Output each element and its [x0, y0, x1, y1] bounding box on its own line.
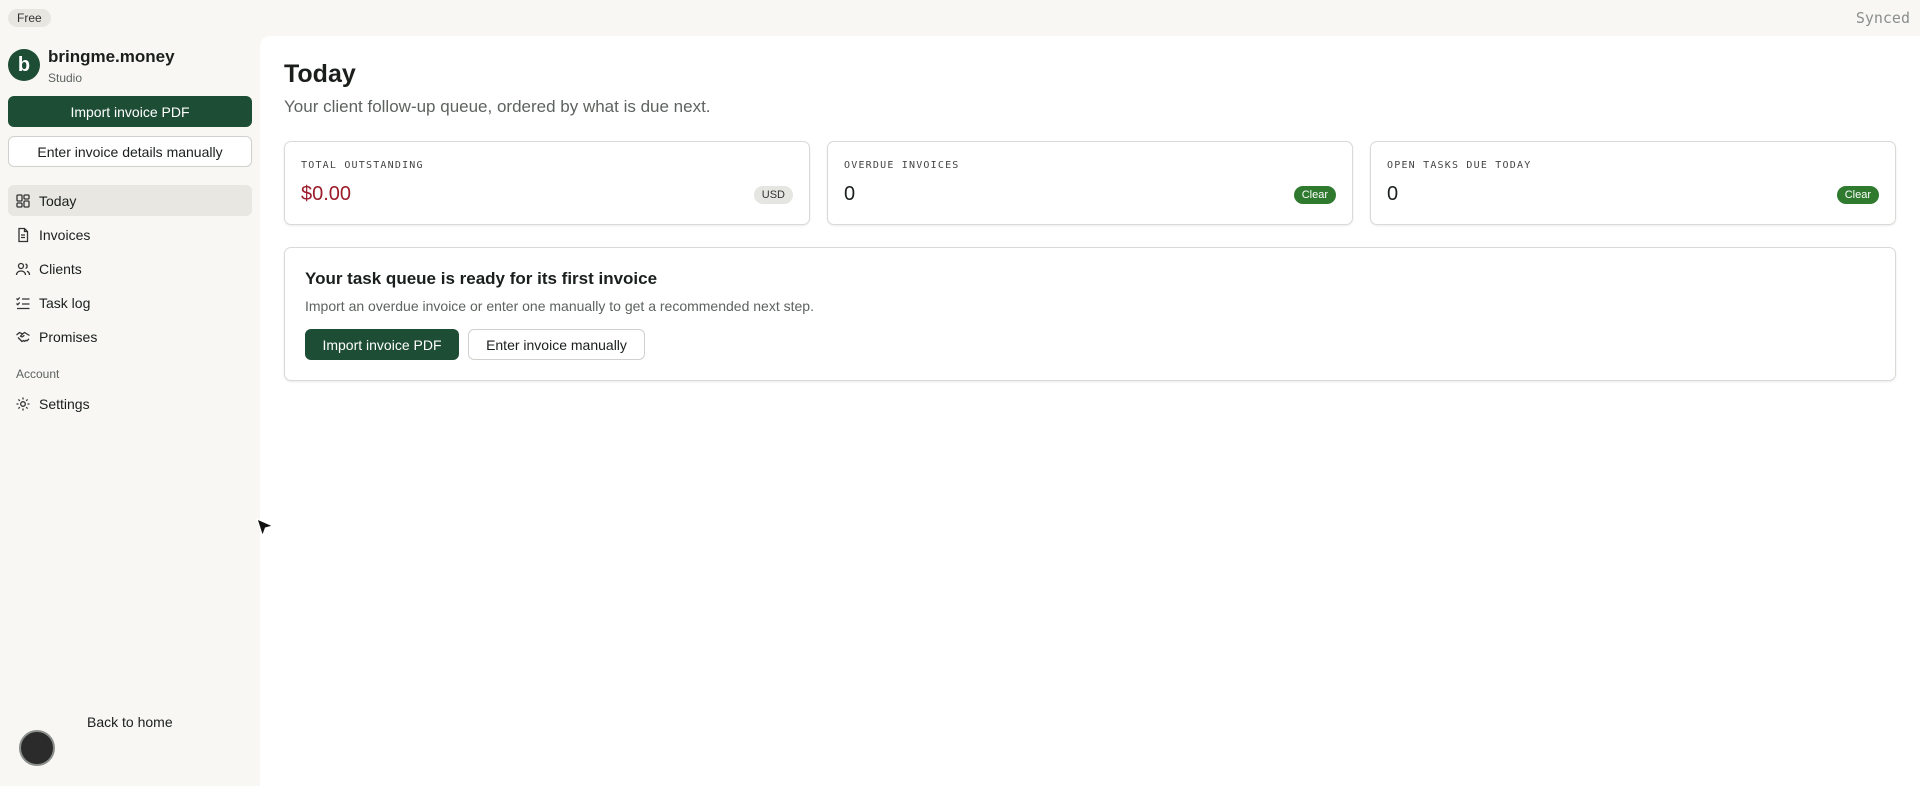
sidebar-item-label: Invoices [39, 226, 91, 243]
checklist-icon [15, 295, 31, 311]
dashboard-icon [15, 193, 31, 209]
import-invoice-pdf-button[interactable]: Import invoice PDF [8, 96, 252, 127]
mouse-cursor-icon [256, 517, 275, 538]
top-bar: Free Synced [0, 0, 1920, 36]
page-title: Today [284, 60, 356, 88]
brand-subtitle: Studio [48, 71, 83, 85]
page-subtitle: Your client follow-up queue, ordered by … [284, 97, 711, 116]
import-invoice-pdf-button[interactable]: Import invoice PDF [305, 329, 459, 360]
stat-value: 0 [844, 183, 856, 205]
main-content: Today Your client follow-up queue, order… [260, 36, 1920, 786]
sidebar-item-label: Today [39, 192, 77, 209]
plan-badge: Free [8, 9, 51, 27]
stat-value: $0.00 [301, 183, 352, 205]
status-badge: Clear [1293, 186, 1336, 204]
sidebar-item-label: Task log [39, 294, 91, 311]
account-section-label: Account [16, 367, 60, 381]
empty-state-card: Your task queue is ready for its first i… [284, 247, 1896, 381]
enter-invoice-manually-button[interactable]: Enter invoice details manually [8, 136, 252, 167]
currency-badge: USD [753, 186, 793, 204]
sidebar-item-task-log[interactable]: Task log [8, 287, 252, 318]
brand-name: bringme.money [48, 47, 175, 66]
brand-logo: b [8, 49, 40, 81]
enter-invoice-manually-button[interactable]: Enter invoice manually [468, 329, 645, 360]
empty-state-description: Import an overdue invoice or enter one m… [305, 298, 814, 314]
sidebar-item-label: Settings [39, 395, 90, 412]
handshake-icon [15, 329, 31, 345]
stat-value: 0 [1387, 183, 1399, 205]
sidebar-item-clients[interactable]: Clients [8, 253, 252, 284]
sidebar-item-today[interactable]: Today [8, 185, 252, 216]
sidebar-item-invoices[interactable]: Invoices [8, 219, 252, 250]
empty-state-title: Your task queue is ready for its first i… [305, 269, 658, 288]
document-icon [15, 227, 31, 243]
sidebar-item-label: Clients [39, 260, 82, 277]
stat-label: TOTAL OUTSTANDING [301, 160, 424, 171]
back-to-home-link[interactable]: Back to home [87, 714, 173, 730]
sidebar-item-label: Promises [39, 328, 98, 345]
stat-card-open-tasks: OPEN TASKS DUE TODAY 0 Clear [1370, 141, 1896, 225]
stat-label: OVERDUE INVOICES [844, 160, 960, 171]
sidebar-item-promises[interactable]: Promises [8, 321, 252, 352]
status-badge: Clear [1836, 186, 1879, 204]
stat-label: OPEN TASKS DUE TODAY [1387, 160, 1532, 171]
sync-status: Synced [1855, 9, 1910, 27]
stat-card-overdue-invoices: OVERDUE INVOICES 0 Clear [827, 141, 1353, 225]
users-icon [15, 261, 31, 277]
gear-icon [15, 396, 31, 412]
user-avatar[interactable] [19, 730, 55, 766]
sidebar: b bringme.money Studio Import invoice PD… [0, 36, 260, 786]
sidebar-item-settings[interactable]: Settings [8, 388, 252, 419]
stat-card-total-outstanding: TOTAL OUTSTANDING $0.00 USD [284, 141, 810, 225]
